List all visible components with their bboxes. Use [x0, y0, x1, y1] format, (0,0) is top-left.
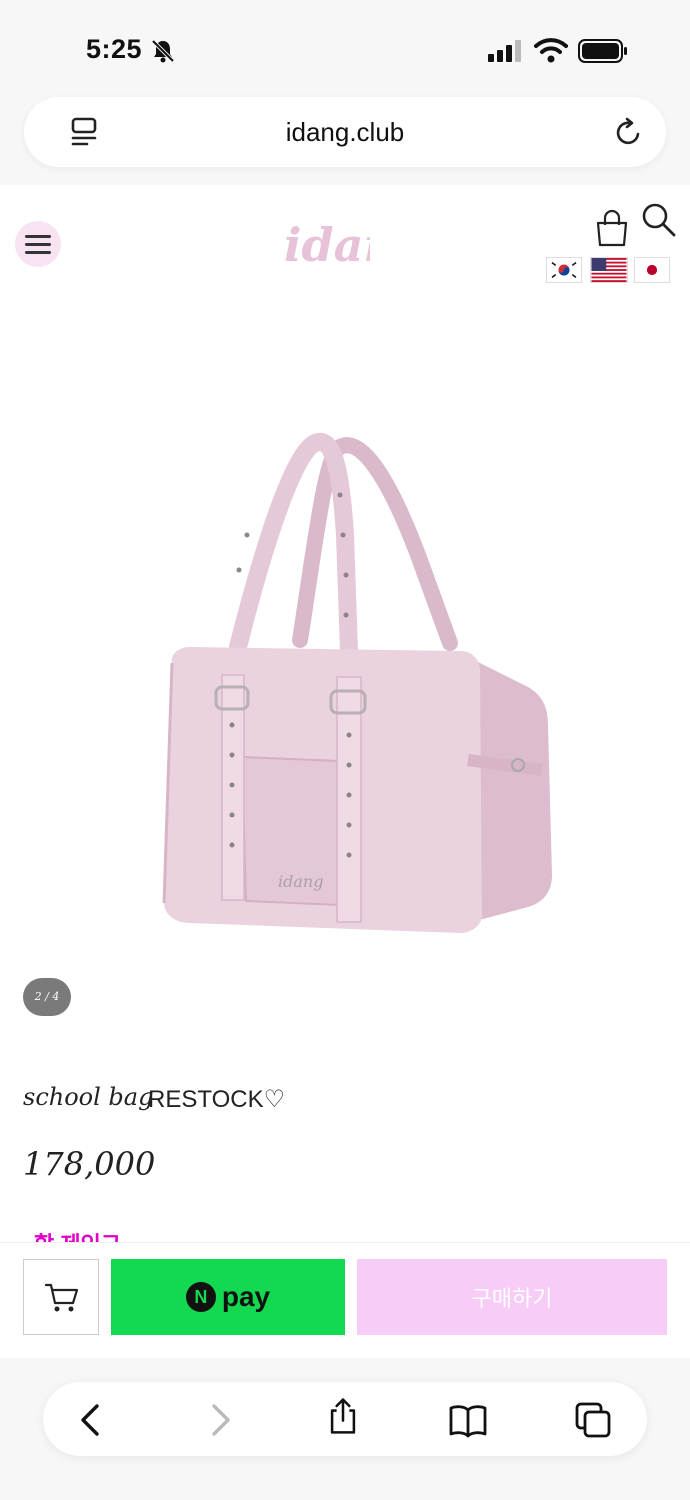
idang-logo[interactable]: idang: [278, 205, 370, 279]
buy-now-button[interactable]: 구매하기: [357, 1259, 667, 1335]
image-counter: 2 / 4: [23, 978, 71, 1016]
search-icon[interactable]: [640, 201, 678, 239]
share-icon[interactable]: [323, 1396, 363, 1436]
naver-pay-button[interactable]: N pay: [111, 1259, 345, 1335]
shopping-bag-icon[interactable]: [594, 207, 630, 247]
korea-flag-icon[interactable]: [546, 257, 582, 283]
back-icon[interactable]: [71, 1400, 111, 1440]
address-bar[interactable]: idang.club: [24, 97, 666, 167]
reload-icon[interactable]: [614, 116, 644, 148]
japan-flag-icon[interactable]: [634, 257, 670, 283]
browser-toolbar: [43, 1382, 647, 1456]
naver-n-icon: N: [185, 1282, 216, 1312]
status-time: 5:25: [86, 34, 143, 64]
forward-icon[interactable]: [200, 1400, 240, 1440]
purchase-bar: N pay 구매하기: [0, 1242, 690, 1358]
hamburger-menu-button[interactable]: [15, 221, 61, 267]
discount-label: 할 제인그: [34, 1227, 121, 1242]
product-restock-label: RESTOCK♡: [148, 1086, 286, 1113]
svg-text:idang: idang: [284, 218, 370, 272]
bell-muted-icon: [151, 39, 175, 63]
bookmarks-icon[interactable]: [448, 1400, 488, 1440]
cellular-signal-icon: [488, 40, 521, 62]
web-page: idang: [0, 185, 690, 1242]
usa-flag-icon[interactable]: [590, 257, 628, 283]
npay-label: pay: [221, 1281, 271, 1312]
battery-icon: [578, 39, 627, 63]
wifi-icon: [534, 38, 568, 63]
product-image-school-bag[interactable]: idang: [150, 425, 560, 945]
svg-text:idang: idang: [278, 872, 323, 891]
product-name: school bag: [23, 1083, 154, 1111]
status-bar: 5:25: [0, 0, 690, 100]
cart-icon: [44, 1283, 79, 1312]
tabs-icon[interactable]: [573, 1400, 613, 1440]
add-to-cart-button[interactable]: [23, 1259, 99, 1335]
url-text[interactable]: idang.club: [24, 117, 666, 148]
product-price: 178,000: [23, 1145, 156, 1183]
